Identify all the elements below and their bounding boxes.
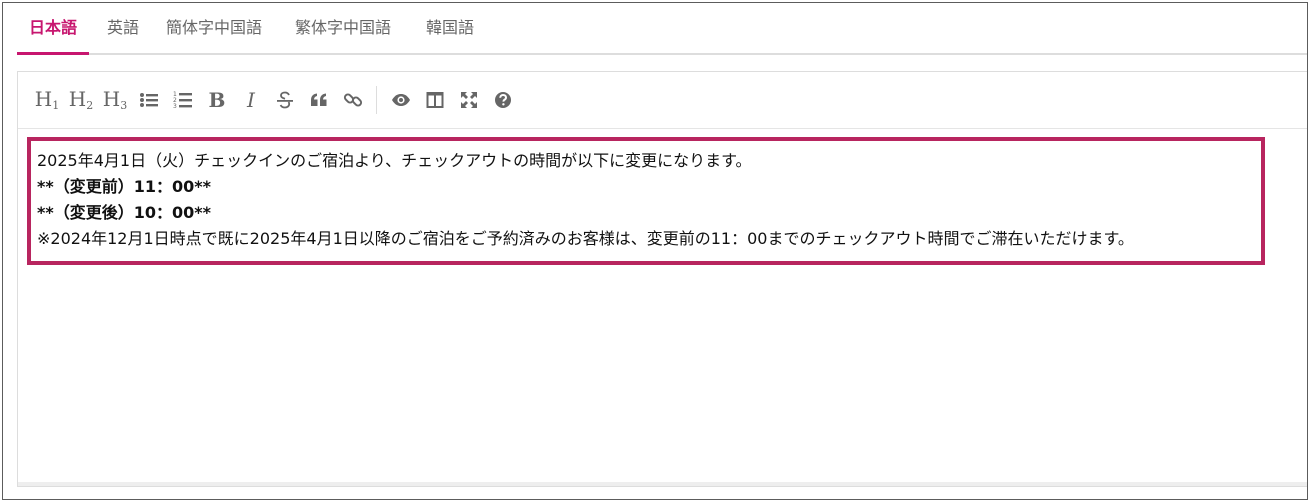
side-by-side-icon[interactable]	[420, 86, 450, 114]
preview-eye-icon[interactable]	[386, 86, 416, 114]
editor-line: **（変更後）10：00**	[37, 203, 212, 222]
tab-korean[interactable]: 韓国語	[414, 3, 486, 53]
strikethrough-icon[interactable]	[270, 86, 300, 114]
unordered-list-icon[interactable]	[134, 86, 164, 114]
markdown-editor: H1 H2 H3 1 2 3 B I 2025年4月1日（火）チェックインのご宿…	[17, 71, 1307, 487]
editor-text-area[interactable]: 2025年4月1日（火）チェックインのご宿泊より、チェックアウトの時間が以下に変…	[27, 137, 1265, 265]
toolbar-divider	[376, 86, 377, 114]
italic-icon[interactable]: I	[236, 86, 266, 114]
heading-3-icon[interactable]: H3	[100, 86, 130, 114]
tab-english[interactable]: 英語	[95, 3, 151, 53]
bold-icon[interactable]: B	[202, 86, 232, 114]
language-tabs: 日本語 英語 簡体字中国語 繁体字中国語 韓国語	[17, 3, 1307, 55]
help-icon[interactable]	[488, 86, 518, 114]
editor-toolbar: H1 H2 H3 1 2 3 B I	[18, 72, 1307, 129]
svg-text:3: 3	[173, 103, 177, 110]
editor-line: ※2024年12月1日時点で既に2025年4月1日以降のご宿泊をご予約済みのお客…	[37, 229, 1134, 248]
tab-simplified-chinese[interactable]: 簡体字中国語	[154, 3, 274, 53]
fullscreen-icon[interactable]	[454, 86, 484, 114]
link-icon[interactable]	[338, 86, 368, 114]
heading-2-icon[interactable]: H2	[66, 86, 96, 114]
tab-traditional-chinese[interactable]: 繁体字中国語	[283, 3, 403, 53]
app-frame: 日本語 英語 簡体字中国語 繁体字中国語 韓国語 H1 H2 H3 1 2 3 …	[2, 2, 1308, 500]
ordered-list-icon[interactable]: 1 2 3	[168, 86, 198, 114]
quote-icon[interactable]	[304, 86, 334, 114]
heading-1-icon[interactable]: H1	[32, 86, 62, 114]
editor-line: 2025年4月1日（火）チェックインのご宿泊より、チェックアウトの時間が以下に変…	[37, 151, 752, 170]
horizontal-scrollbar[interactable]	[18, 482, 1307, 486]
tab-japanese[interactable]: 日本語	[17, 3, 90, 55]
editor-line: **（変更前）11：00**	[37, 177, 212, 196]
